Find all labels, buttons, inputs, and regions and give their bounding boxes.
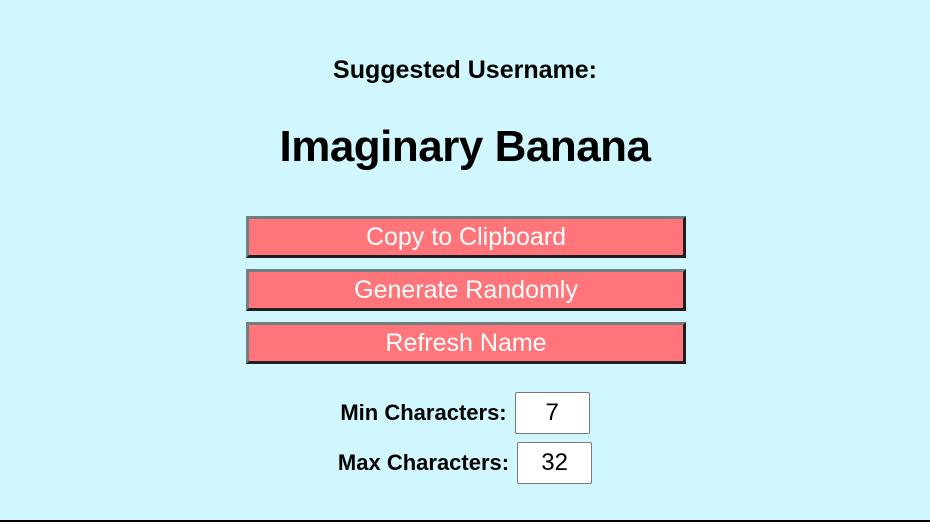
max-characters-row: Max Characters: (0, 442, 930, 484)
refresh-name-button[interactable]: Refresh Name (246, 322, 686, 364)
max-characters-label: Max Characters: (337, 450, 510, 475)
min-characters-label: Min Characters: (340, 400, 507, 425)
min-characters-input[interactable] (514, 392, 590, 434)
username-generator: Suggested Username: Imaginary Banana Cop… (0, 0, 930, 520)
generate-randomly-button[interactable]: Generate Randomly (246, 269, 686, 311)
max-characters-input[interactable] (517, 442, 593, 484)
copy-to-clipboard-button[interactable]: Copy to Clipboard (246, 216, 686, 258)
suggested-username-label: Suggested Username: (333, 56, 597, 84)
min-characters-row: Min Characters: (0, 392, 930, 434)
suggested-username: Imaginary Banana (279, 122, 651, 171)
